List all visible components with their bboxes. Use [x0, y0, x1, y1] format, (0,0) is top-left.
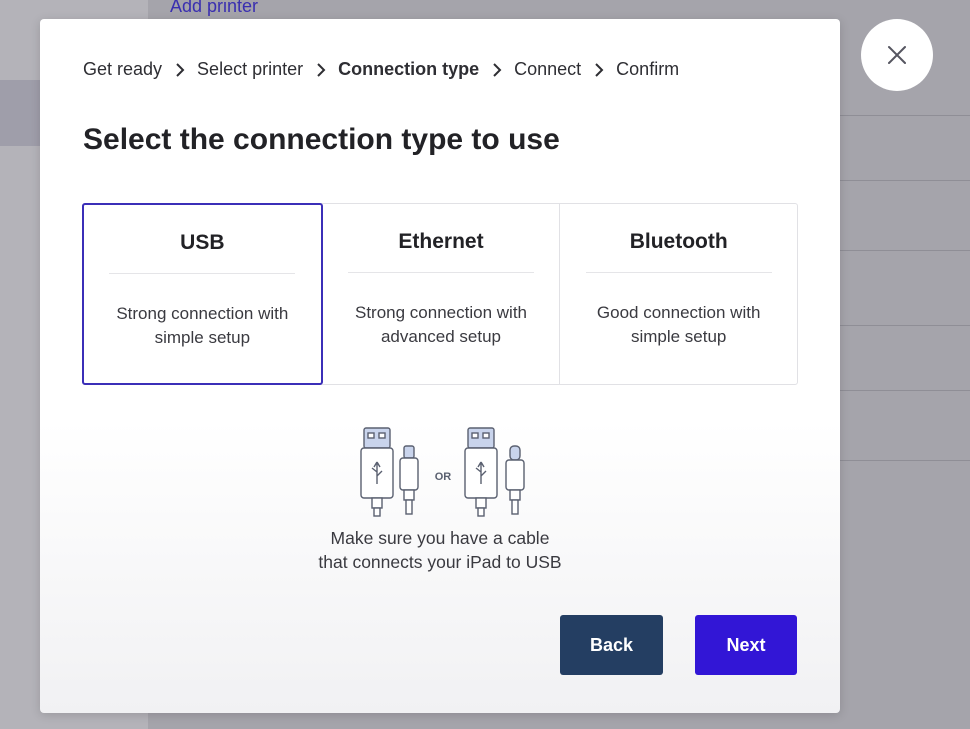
close-button[interactable] — [861, 19, 933, 91]
close-icon — [888, 46, 906, 64]
usb-lightning-cable-icon — [360, 427, 419, 517]
breadcrumb-step-connection-type: Connection type — [338, 59, 480, 79]
next-button[interactable]: Next — [695, 615, 797, 675]
option-description: Strong connection with advanced setup — [355, 303, 527, 346]
option-divider — [109, 273, 296, 274]
cable-illustration: OR — [360, 427, 525, 517]
breadcrumb-step-get-ready: Get ready — [83, 59, 163, 79]
option-description: Strong connection with simple setup — [116, 304, 289, 347]
cable-note-line-2: that connects your iPad to USB — [318, 552, 562, 572]
option-title: USB — [180, 231, 225, 254]
cable-note-line-1: Make sure you have a cable — [330, 528, 550, 548]
breadcrumb-step-connect: Connect — [514, 59, 582, 79]
option-title: Bluetooth — [629, 230, 728, 253]
or-label: OR — [435, 471, 452, 483]
option-usb[interactable]: USB Strong connection with simple setup — [82, 203, 323, 385]
chevron-right-icon — [581, 62, 616, 77]
option-divider — [585, 272, 772, 273]
breadcrumb: Get ready Select printer Connection type… — [83, 59, 679, 80]
option-ethernet[interactable]: Ethernet Strong connection with advanced… — [323, 204, 561, 384]
option-divider — [348, 272, 534, 273]
option-bluetooth[interactable]: Bluetooth Good connection with simple se… — [560, 204, 797, 384]
breadcrumb-step-select-printer: Select printer — [197, 59, 304, 79]
usb-c-cable-icon — [464, 427, 525, 517]
option-description: Good connection with simple setup — [596, 303, 761, 346]
chevron-right-icon — [479, 62, 514, 77]
chevron-right-icon — [162, 62, 197, 77]
cable-note: Make sure you have a cable that connects… — [240, 526, 640, 574]
option-title: Ethernet — [398, 230, 484, 253]
back-button[interactable]: Back — [560, 615, 663, 675]
connection-options: USB Strong connection with simple setup … — [82, 203, 798, 385]
chevron-right-icon — [303, 62, 338, 77]
breadcrumb-step-confirm: Confirm — [616, 59, 680, 79]
connection-type-dialog: Get ready Select printer Connection type… — [40, 19, 840, 713]
page-title: Select the connection type to use — [83, 123, 560, 156]
add-printer-link: Add printer — [170, 0, 259, 16]
